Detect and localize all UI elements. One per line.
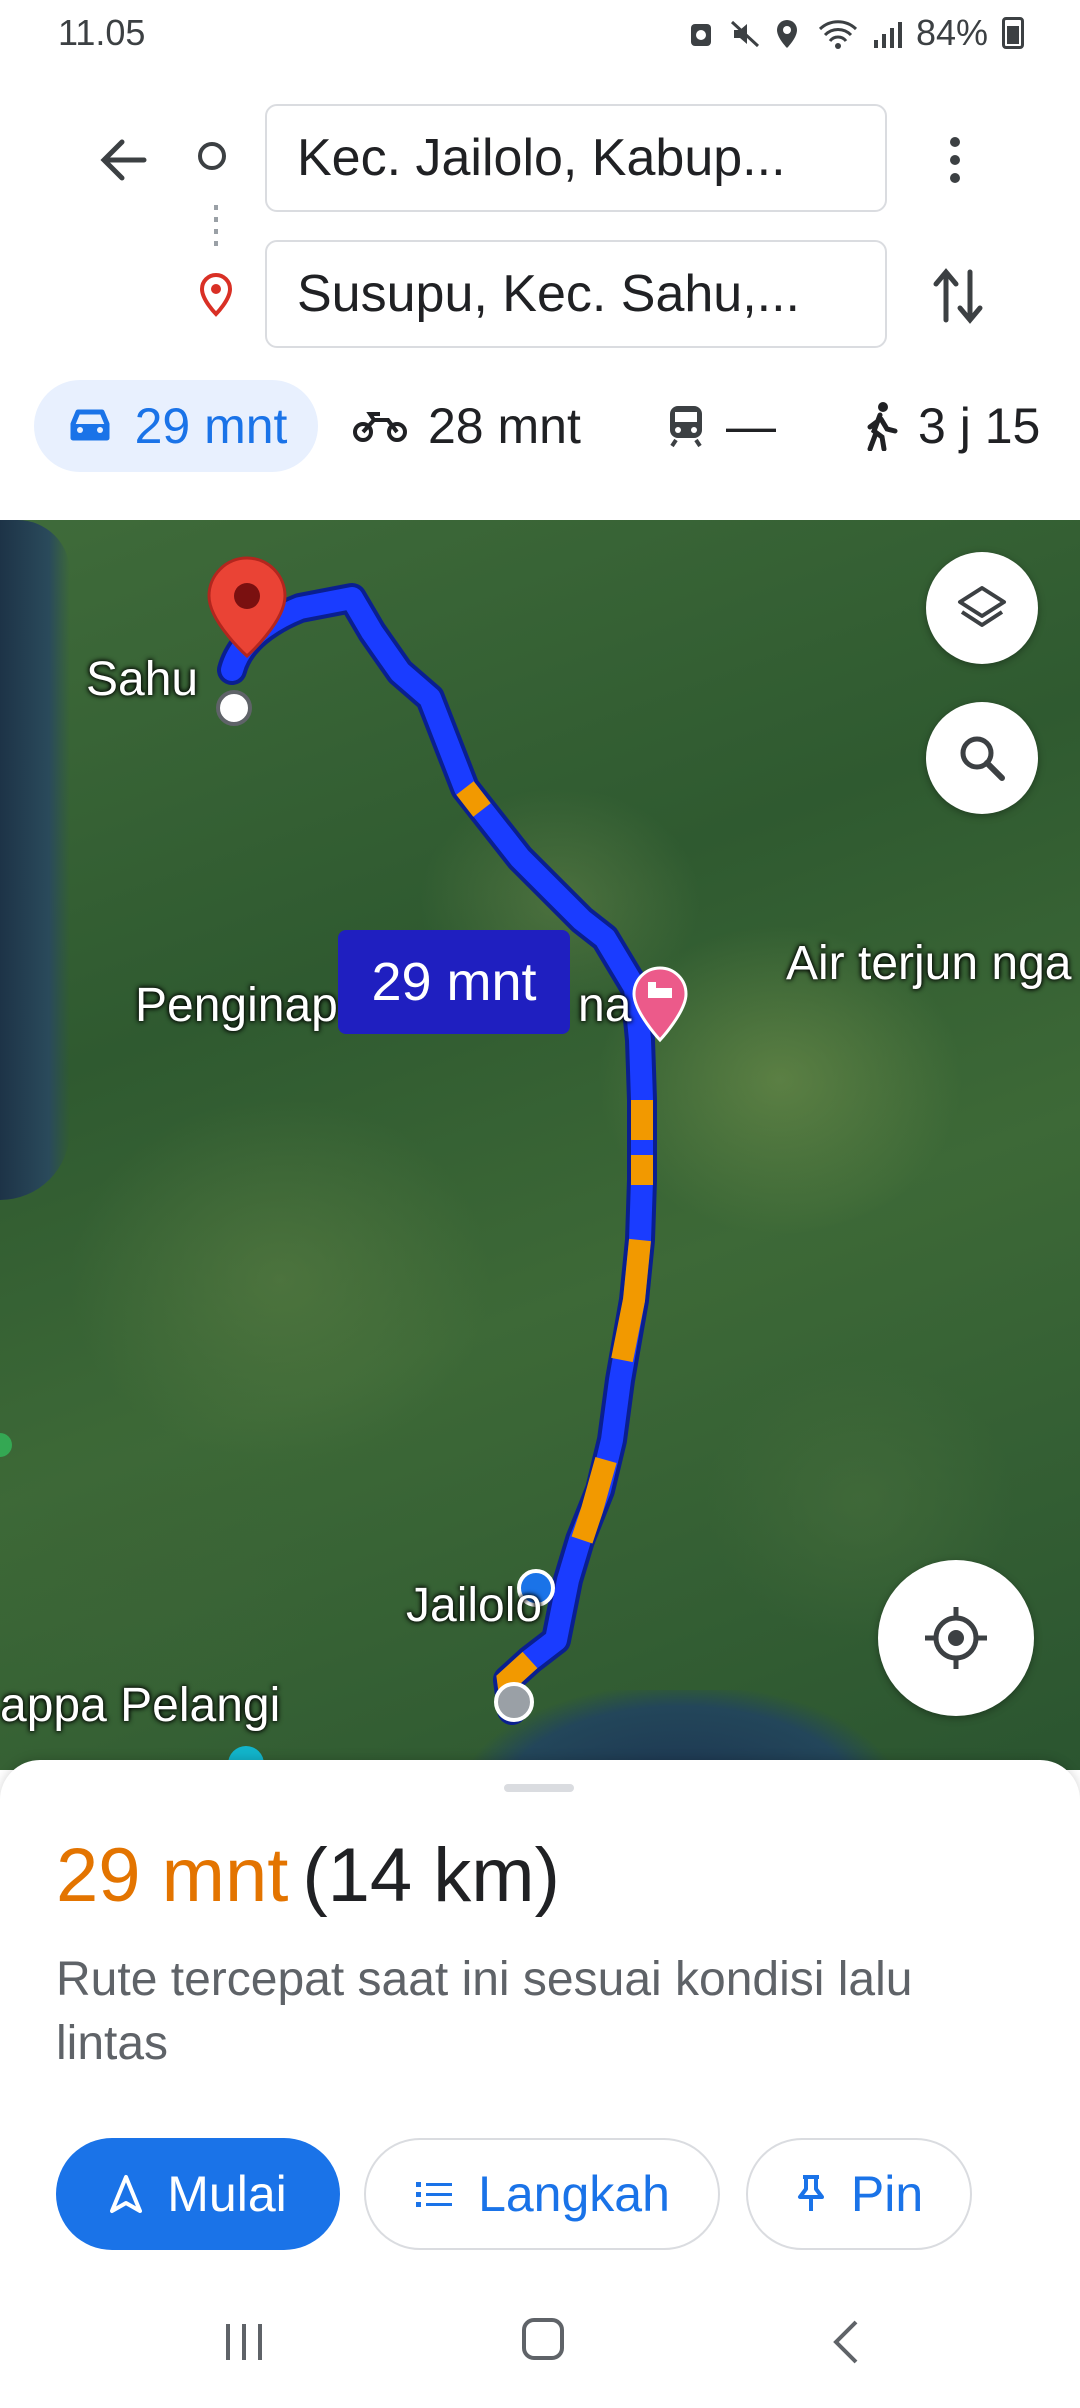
wifi-icon (818, 17, 858, 49)
route-description: Rute tercepat saat ini sesuai kondisi la… (56, 1953, 913, 2070)
steps-label: Langkah (478, 2166, 670, 2222)
pin-button[interactable]: Pin (746, 2138, 972, 2250)
chevron-left-icon (833, 2320, 858, 2364)
tab-transit[interactable]: — (666, 380, 776, 472)
walking-time: 3 j 15 (918, 398, 1041, 454)
recents-button[interactable] (222, 2322, 266, 2367)
destination-pin-icon[interactable] (207, 556, 287, 659)
start-label: Mulai (167, 2166, 287, 2222)
tab-driving[interactable]: 29 mnt (34, 380, 318, 472)
battery-icon (1002, 17, 1024, 49)
car-icon (70, 409, 110, 441)
home-button[interactable] (522, 2318, 564, 2360)
driving-time: 29 mnt (134, 398, 288, 454)
tab-motorcycle[interactable]: 28 mnt (352, 380, 581, 472)
crosshair-icon (925, 1607, 987, 1669)
mute-icon (730, 17, 760, 49)
steps-button[interactable]: Langkah (364, 2138, 720, 2250)
map-label-sahu: Sahu (86, 653, 199, 706)
destination-pin-icon (196, 272, 236, 323)
search-icon (960, 736, 1005, 781)
pin-icon (797, 2175, 824, 2211)
traffic-segment (456, 781, 491, 817)
map-label-air-terjun: Air terjun nga (786, 937, 1072, 990)
system-back-button[interactable] (830, 2318, 860, 2371)
layers-button[interactable] (926, 552, 1038, 664)
recents-icon (226, 2324, 262, 2360)
map-label-penginapan: Penginap (135, 979, 338, 1032)
traffic-segment (571, 1457, 617, 1544)
status-time: 11.05 (58, 12, 146, 53)
route-distance: (14 km) (302, 1833, 560, 1918)
search-along-route-button[interactable] (926, 702, 1038, 814)
swap-directions-button[interactable] (930, 264, 986, 328)
poi-marker-icon (0, 1433, 12, 1457)
navigation-arrow-icon (110, 2175, 143, 2213)
sheet-drag-handle[interactable] (504, 1784, 574, 1792)
route-summary: 29 mnt (14 km) (56, 1832, 560, 1919)
route-duration: 29 mnt (56, 1833, 289, 1918)
signal-icon (872, 17, 902, 49)
swap-vert-icon (933, 268, 983, 324)
status-icons: 84% (686, 12, 1024, 54)
layers-icon (958, 586, 1006, 627)
origin-dot (494, 1682, 534, 1722)
tab-walking[interactable]: 3 j 15 (862, 380, 1040, 472)
origin-marker-icon (198, 142, 226, 170)
origin-input[interactable]: Kec. Jailolo, Kabup... (265, 104, 887, 212)
train-icon (670, 406, 702, 448)
route-time-badge[interactable]: 29 mnt (338, 930, 570, 1034)
motorcycle-icon (353, 412, 407, 442)
location-icon (774, 17, 804, 49)
list-icon (416, 2182, 453, 2207)
my-location-button[interactable] (878, 1560, 1034, 1716)
map-label-penginapan-tail: na (578, 979, 632, 1032)
map-label-pelangi: appa Pelangi (0, 1679, 281, 1732)
more-vert-icon (950, 137, 960, 183)
back-button[interactable] (92, 128, 156, 192)
destination-input[interactable]: Susupu, Kec. Sahu,... (265, 240, 887, 348)
walking-icon (867, 402, 898, 451)
more-options-button[interactable] (940, 130, 970, 190)
battery-percent: 84% (915, 12, 988, 53)
destination-dot (216, 690, 252, 726)
pin-label: Pin (850, 2166, 924, 2222)
map-label-jailolo: Jailolo (406, 1579, 543, 1632)
notification-icon (686, 17, 716, 49)
route-line[interactable] (221, 587, 653, 1721)
arrow-left-icon (100, 139, 147, 181)
start-navigation-button[interactable]: Mulai (56, 2138, 340, 2250)
route-connector (214, 205, 218, 251)
transit-time: — (726, 398, 776, 454)
motorcycle-time: 28 mnt (428, 398, 581, 454)
